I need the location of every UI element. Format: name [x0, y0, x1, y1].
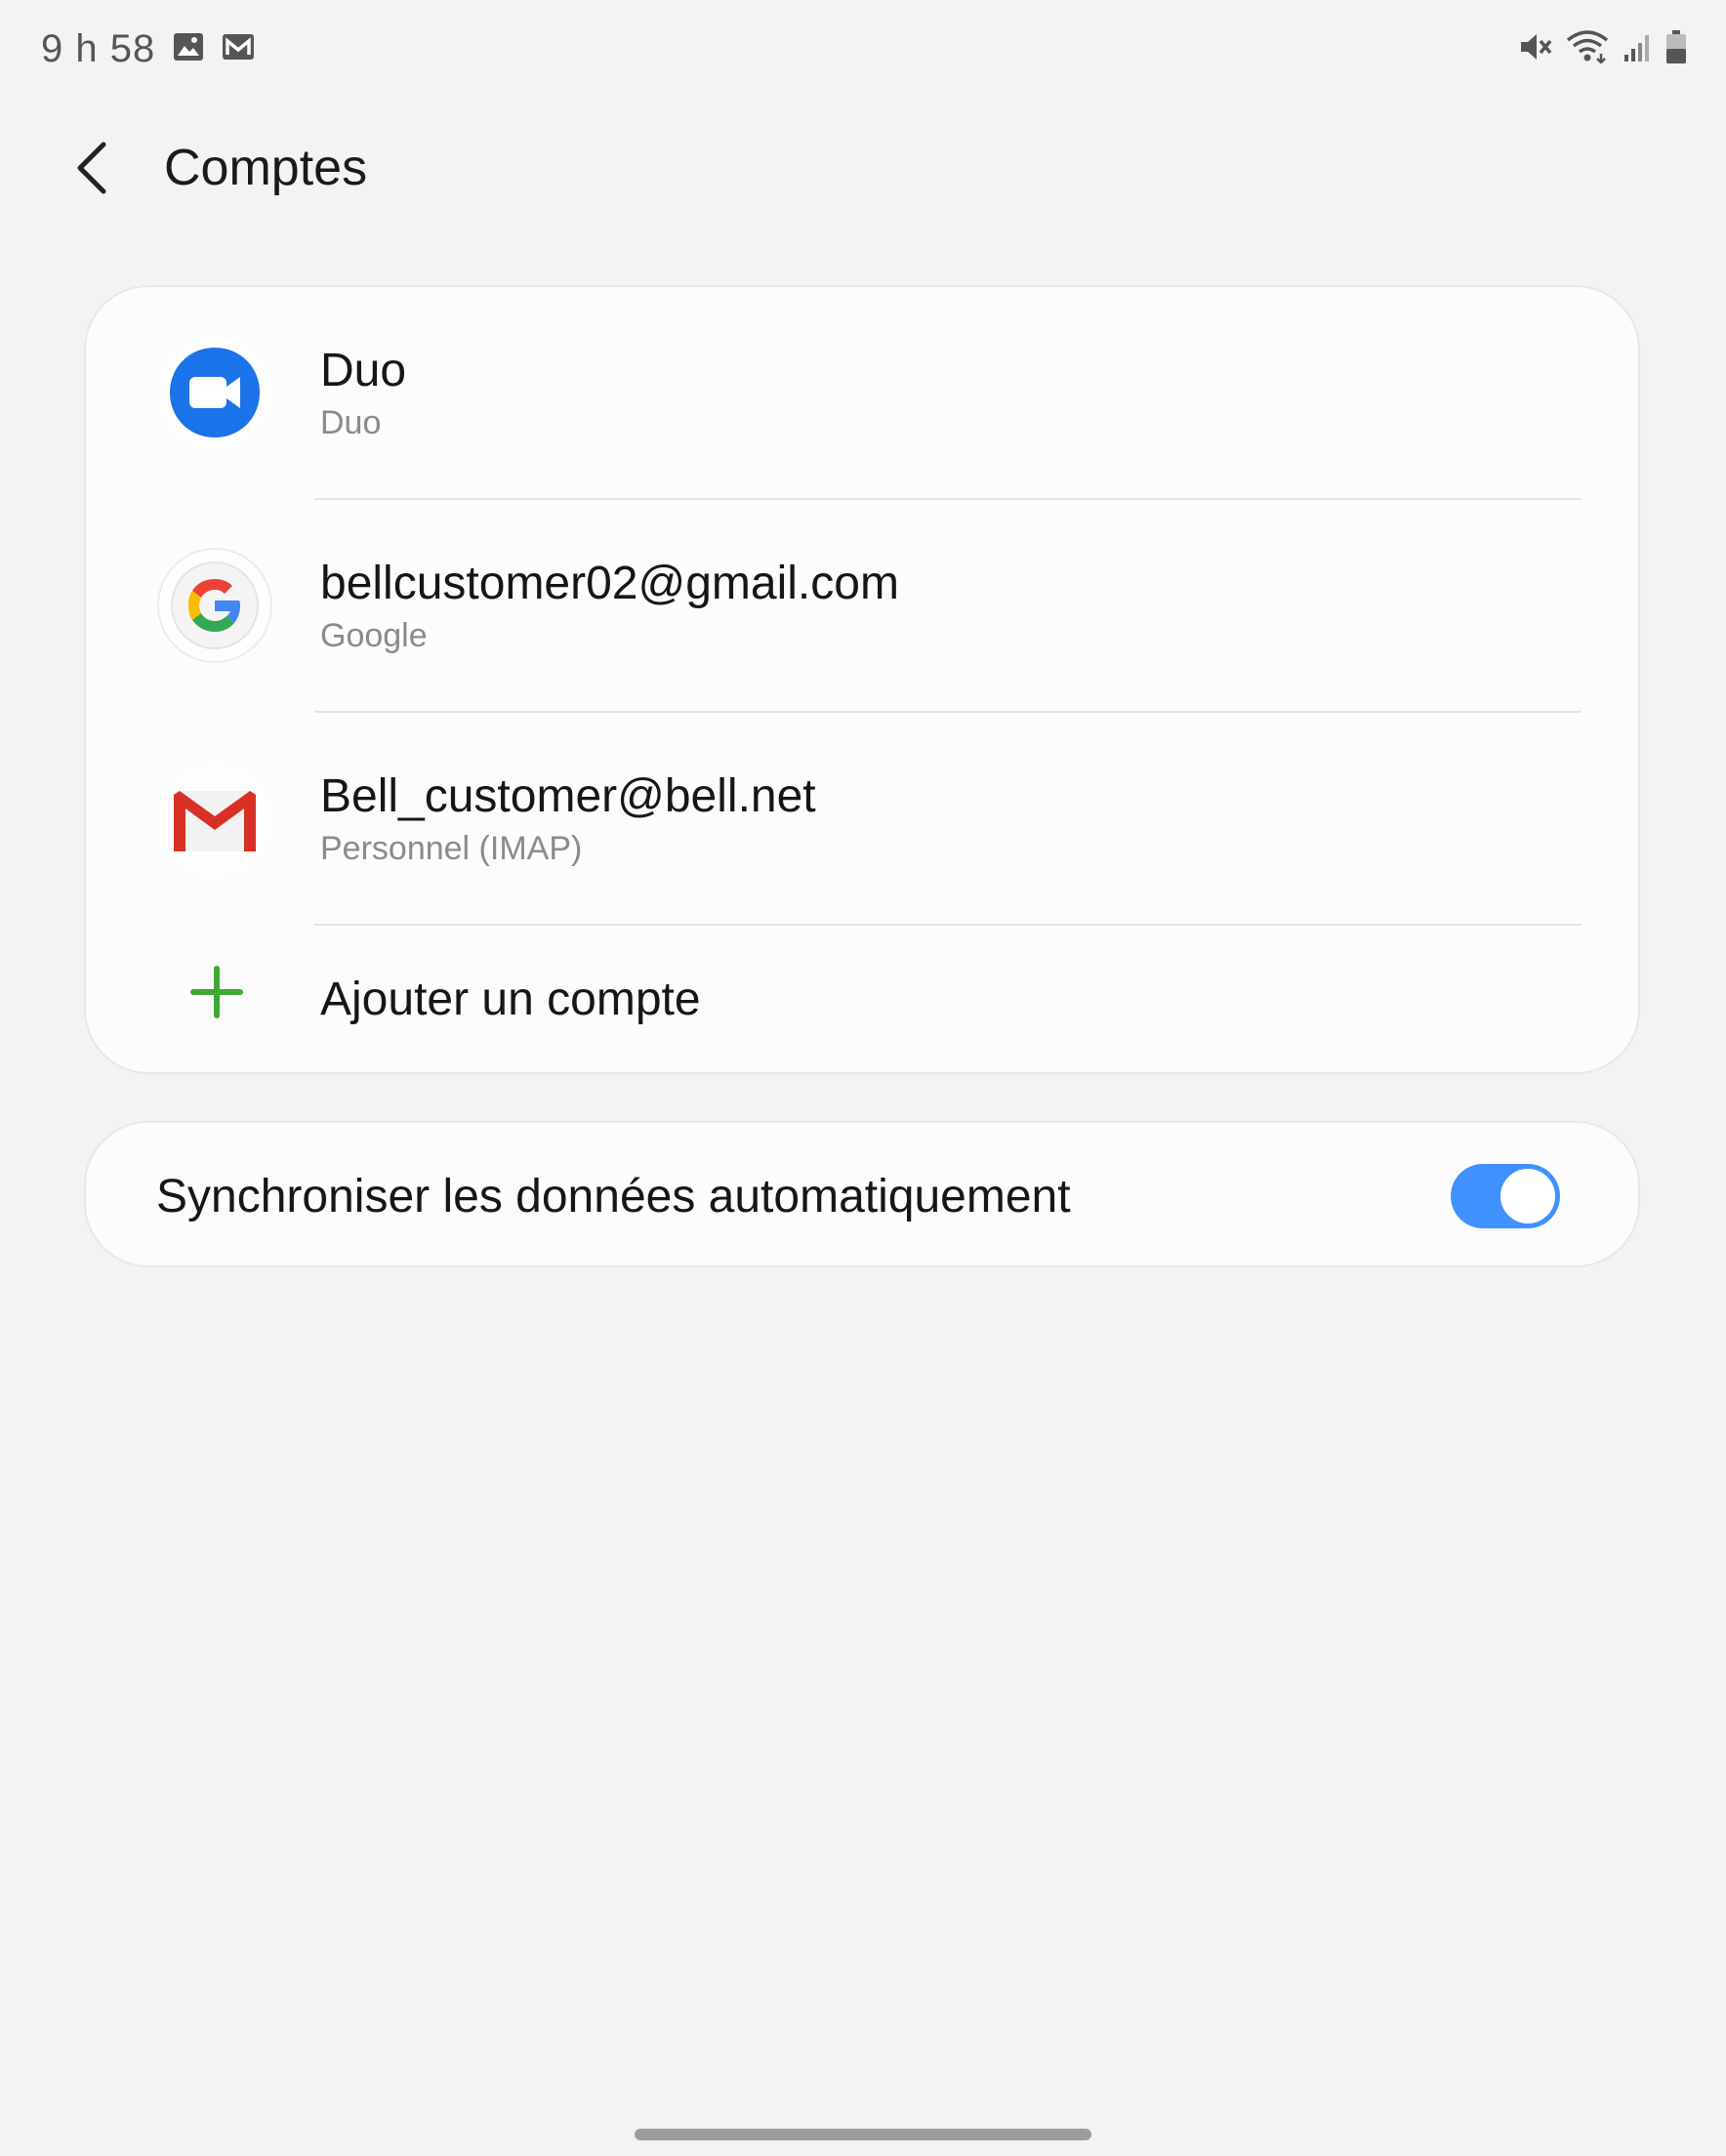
app-bar: Comptes	[0, 117, 1726, 225]
divider	[314, 924, 1582, 926]
status-right	[1519, 29, 1687, 69]
gmail-notification-icon	[222, 33, 255, 65]
image-icon	[173, 32, 204, 66]
sync-label: Synchroniser les données automatiquement	[156, 1171, 1071, 1223]
account-type: Duo	[320, 404, 382, 441]
google-icon	[156, 547, 273, 664]
account-name: Duo	[320, 345, 407, 396]
account-type: Personnel (IMAP)	[320, 830, 583, 867]
account-name: Bell_customer@bell.net	[320, 770, 816, 822]
account-item-imap[interactable]: Bell_customer@bell.net Personnel (IMAP)	[86, 713, 1638, 926]
mute-icon	[1519, 31, 1552, 67]
page-title: Comptes	[164, 140, 368, 196]
status-left: 9 h 58	[41, 27, 255, 71]
gmail-icon	[156, 762, 273, 879]
sync-toggle[interactable]	[1451, 1164, 1560, 1228]
account-item-google[interactable]: bellcustomer02@gmail.com Google	[86, 500, 1638, 713]
toggle-knob	[1498, 1166, 1558, 1226]
signal-icon	[1623, 31, 1652, 67]
back-button[interactable]	[61, 139, 123, 201]
battery-icon	[1665, 29, 1687, 69]
duo-icon	[156, 334, 273, 451]
sync-card[interactable]: Synchroniser les données automatiquement	[86, 1123, 1638, 1265]
account-name: bellcustomer02@gmail.com	[320, 558, 899, 609]
home-indicator[interactable]	[635, 2129, 1091, 2140]
chevron-left-icon	[72, 141, 111, 200]
add-account-label: Ajouter un compte	[320, 974, 701, 1025]
status-time: 9 h 58	[41, 27, 156, 70]
account-item-duo[interactable]: Duo Duo	[86, 287, 1638, 500]
wifi-icon	[1566, 30, 1609, 68]
accounts-card: Duo Duo bellcustomer02@gmail.com Google	[86, 287, 1638, 1072]
status-bar: 9 h 58	[0, 0, 1726, 102]
account-type: Google	[320, 617, 428, 654]
plus-icon	[187, 963, 246, 1021]
add-account-button[interactable]: Ajouter un compte	[86, 928, 1638, 1072]
